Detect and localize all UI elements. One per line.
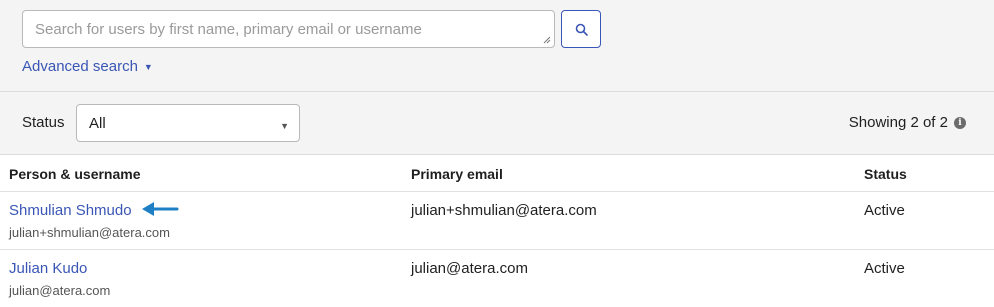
primary-email: julian@atera.com xyxy=(411,260,528,277)
advanced-search-label: Advanced search xyxy=(22,58,138,75)
status-value: Active xyxy=(864,202,905,219)
search-placeholder: Search for users by first name, primary … xyxy=(35,21,422,38)
table-header: Person & username Primary email Status xyxy=(0,155,994,192)
users-table: Person & username Primary email Status S… xyxy=(0,155,994,307)
info-icon[interactable]: i xyxy=(954,116,966,129)
username: julian@atera.com xyxy=(9,283,111,298)
status-value: Active xyxy=(864,260,905,277)
user-name-link[interactable]: Shmulian Shmudo xyxy=(9,202,132,219)
results-count: Showing 2 of 2 i xyxy=(849,114,966,131)
column-header-person[interactable]: Person & username xyxy=(9,166,141,182)
chevron-down-icon: ▼ xyxy=(280,121,289,131)
search-section: Search for users by first name, primary … xyxy=(0,0,994,92)
username: julian+shmulian@atera.com xyxy=(9,225,170,240)
resize-grip-icon[interactable] xyxy=(543,36,551,44)
search-input[interactable]: Search for users by first name, primary … xyxy=(22,10,555,48)
column-header-status[interactable]: Status xyxy=(864,166,907,182)
status-filter-select[interactable]: All ▼ xyxy=(76,104,300,142)
status-filter-value: All xyxy=(89,115,106,132)
filter-bar: Status All ▼ Showing 2 of 2 i xyxy=(0,92,994,155)
user-name-link[interactable]: Julian Kudo xyxy=(9,260,87,277)
results-count-text: Showing 2 of 2 xyxy=(848,114,948,131)
table-row: Shmulian Shmudo julian+shmulian@atera.co… xyxy=(0,192,994,250)
search-button[interactable] xyxy=(561,10,601,48)
caret-down-icon: ▼ xyxy=(143,61,153,72)
table-row: Julian Kudo julian@atera.com julian@ater… xyxy=(0,250,994,307)
primary-email: julian+shmulian@atera.com xyxy=(411,202,597,219)
magnifier-icon xyxy=(575,23,588,36)
arrow-left-icon xyxy=(142,202,179,216)
advanced-search-link[interactable]: Advanced search ▼ xyxy=(22,58,153,75)
column-header-email[interactable]: Primary email xyxy=(411,166,503,182)
status-filter-label: Status xyxy=(22,114,65,131)
